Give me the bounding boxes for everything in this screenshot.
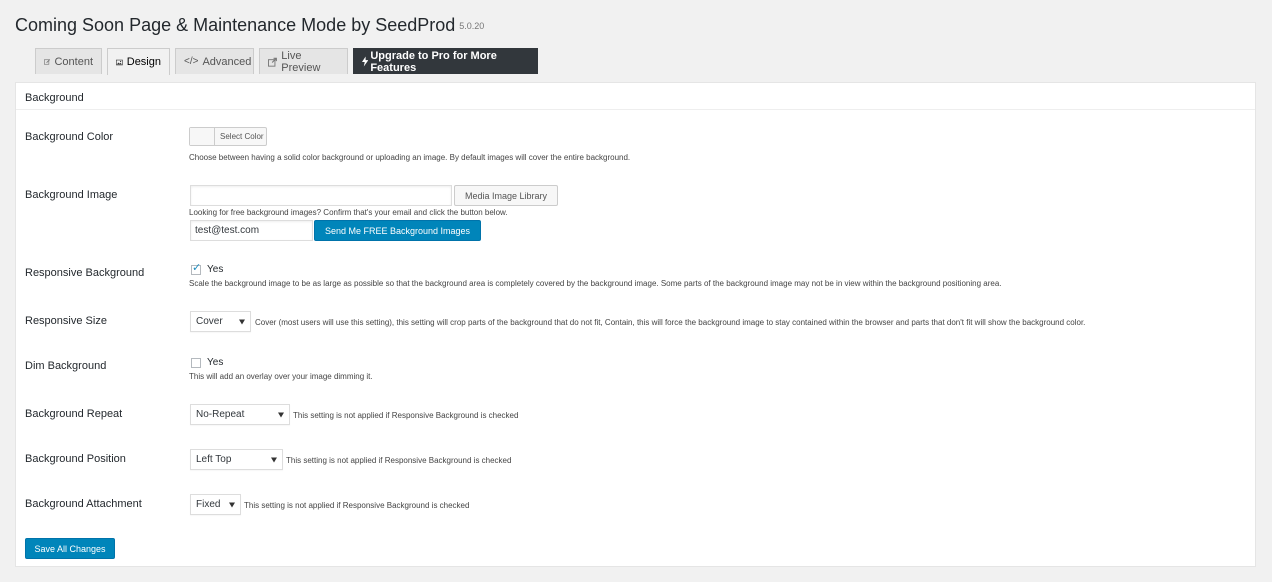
send-free-images-button[interactable]: Send Me FREE Background Images [314, 220, 481, 241]
bg-position-label: Background Position [25, 453, 126, 465]
tab-advanced[interactable]: </> Advanced [175, 48, 254, 74]
tab-live-preview[interactable]: Live Preview [259, 48, 348, 74]
tab-label: Design [126, 56, 161, 68]
bg-image-label: Background Image [25, 189, 118, 201]
selected-value: No-Repeat [196, 409, 245, 420]
bg-color-label: Background Color [25, 131, 114, 143]
tab-label: Upgrade to Pro for More Features [370, 49, 497, 74]
tab-label: Advanced [202, 55, 252, 68]
chevron-down-icon [271, 457, 277, 462]
save-all-changes-button[interactable]: Save All Changes [25, 538, 115, 559]
tab-label: Content [54, 55, 93, 68]
check-icon: ✓ [192, 262, 202, 274]
tab-upgrade-pro[interactable]: Upgrade to Pro for More Features [353, 48, 538, 74]
responsive-size-label: Responsive Size [25, 315, 107, 327]
bolt-icon [362, 56, 369, 67]
chevron-down-icon [229, 502, 235, 507]
code-icon: </> [184, 56, 199, 67]
bg-repeat-select[interactable]: No-Repeat [190, 404, 290, 425]
responsive-size-desc: Cover (most users will use this setting)… [255, 318, 1086, 327]
edit-icon [44, 58, 51, 65]
section-title: Background [16, 83, 1255, 110]
dim-bg-label: Dim Background [25, 360, 107, 372]
chevron-down-icon [239, 319, 245, 324]
bg-attachment-desc: This setting is not applied if Responsiv… [244, 501, 470, 510]
bg-color-desc: Choose between having a solid color back… [189, 153, 631, 162]
image-icon [116, 59, 123, 65]
responsive-bg-desc: Scale the background image to be as larg… [189, 279, 1002, 288]
version-label: 5.0.20 [459, 21, 485, 32]
email-input[interactable]: test@test.com [190, 220, 313, 241]
select-color-label: Select Color [220, 132, 264, 141]
dim-bg-checkbox[interactable] [191, 358, 201, 368]
external-icon [268, 57, 277, 67]
selected-value: Left Top [196, 454, 232, 465]
dim-yes-label: Yes [207, 357, 224, 368]
responsive-size-select[interactable]: Cover [190, 311, 251, 332]
bg-image-url-input[interactable] [190, 185, 452, 206]
bg-repeat-desc: This setting is not applied if Responsiv… [293, 411, 519, 420]
responsive-bg-checkbox[interactable]: ✓ [191, 262, 202, 275]
tab-label: Live Preview [281, 49, 321, 74]
media-library-button[interactable]: Media Image Library [454, 185, 558, 206]
bg-position-desc: This setting is not applied if Responsiv… [286, 456, 512, 465]
selected-value: Fixed [196, 499, 221, 510]
tab-bar: Content Design </> Advanced Live Preview… [35, 48, 543, 75]
color-swatch [190, 128, 215, 145]
chevron-down-icon [278, 412, 284, 417]
dim-bg-desc: This will add an overlay over your image… [189, 372, 373, 381]
bg-position-select[interactable]: Left Top [190, 449, 283, 470]
selected-value: Cover [196, 316, 223, 327]
tab-content[interactable]: Content [35, 48, 102, 74]
color-picker-button[interactable]: Select Color [189, 127, 267, 146]
page-title: Coming Soon Page & Maintenance Mode by S… [15, 15, 484, 36]
settings-panel: Background Background Color Select Color… [15, 82, 1256, 567]
bg-image-desc: Looking for free background images? Conf… [189, 208, 508, 217]
tab-design[interactable]: Design [107, 48, 170, 75]
responsive-bg-label: Responsive Background [25, 267, 145, 279]
bg-attachment-select[interactable]: Fixed [190, 494, 241, 515]
bg-attachment-label: Background Attachment [25, 498, 142, 510]
bg-repeat-label: Background Repeat [25, 408, 123, 420]
plugin-title: Coming Soon Page & Maintenance Mode by S… [15, 15, 456, 35]
responsive-yes-label: Yes [207, 264, 224, 275]
